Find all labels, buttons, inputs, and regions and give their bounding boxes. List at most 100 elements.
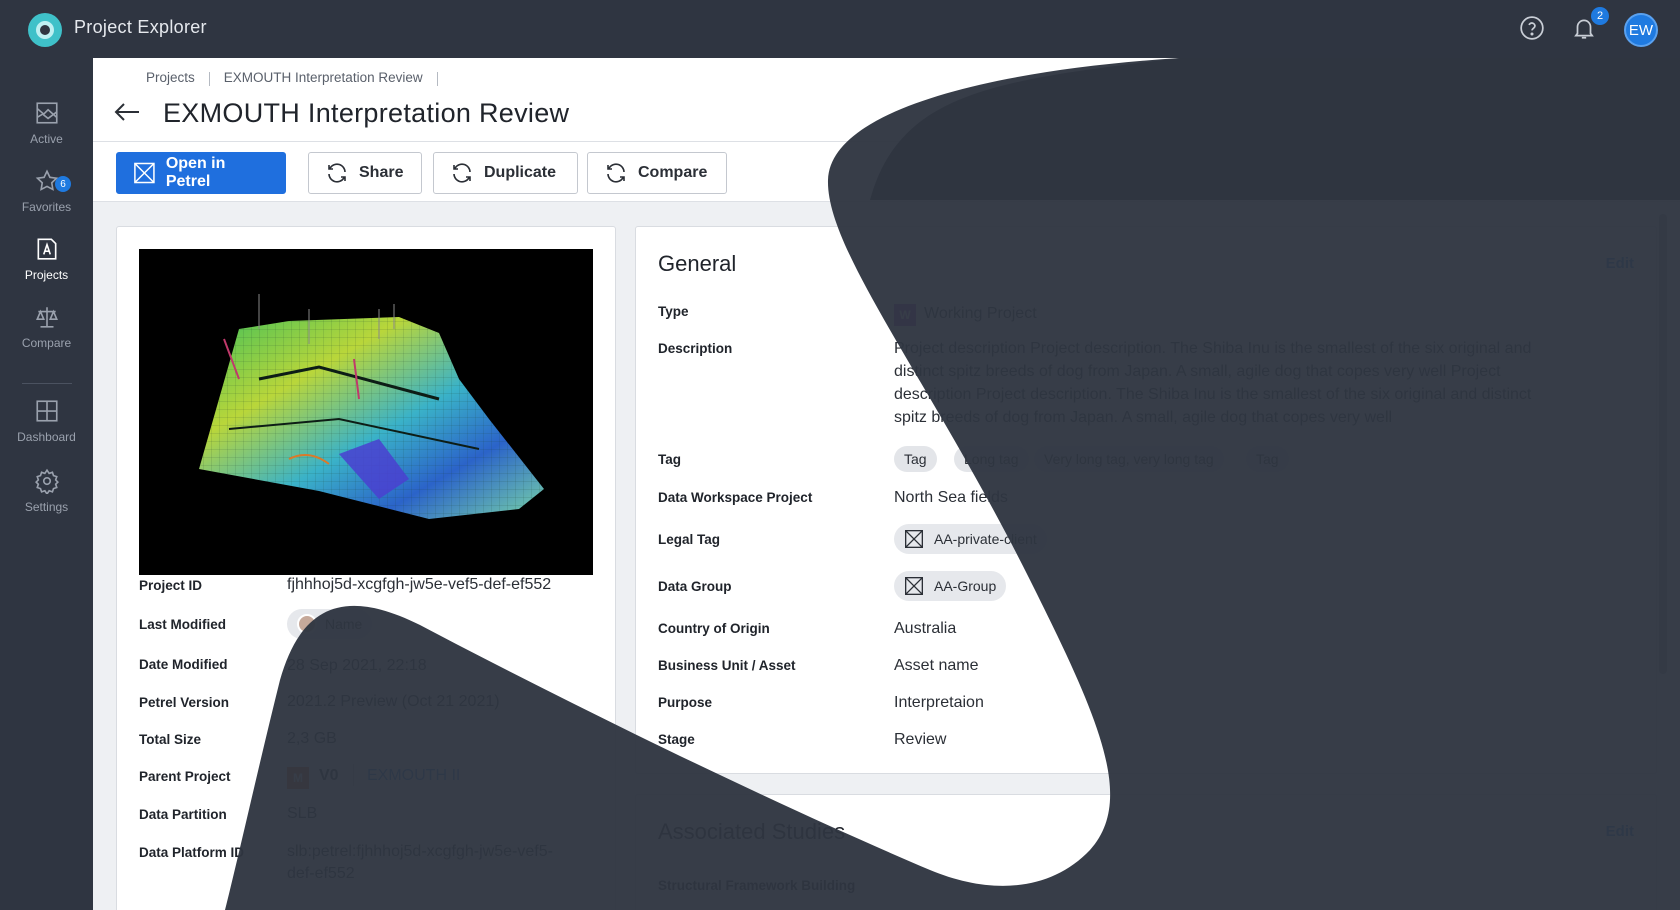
user-avatar bbox=[297, 614, 317, 634]
toolbar-divider bbox=[1563, 152, 1564, 192]
parent-project-badge: M bbox=[287, 767, 309, 789]
refresh-icon bbox=[453, 163, 471, 183]
breadcrumb-projects[interactable]: Projects bbox=[146, 70, 195, 86]
associated-studies-card: Associated Studies Edit Structural Frame… bbox=[635, 794, 1657, 910]
nav-item-dashboard[interactable]: Dashboard bbox=[0, 398, 93, 460]
breadcrumb-separator bbox=[436, 72, 438, 86]
refresh-icon[interactable] bbox=[1513, 158, 1541, 186]
legal-tag-label: Legal Tag bbox=[658, 532, 721, 547]
study-item-label: Structural Framework Building bbox=[658, 878, 856, 893]
nav-label: Settings bbox=[24, 500, 69, 514]
nav-label: Active bbox=[30, 132, 63, 146]
side-nav: Active Favorites 6 Projects Compare Dash… bbox=[0, 58, 93, 910]
total-size-label: Total Size bbox=[139, 732, 202, 747]
business-unit-value: Asset name bbox=[894, 657, 979, 674]
petrel-icon bbox=[134, 162, 155, 184]
nav-item-favorites[interactable]: Favorites 6 bbox=[0, 168, 93, 230]
tab-project-overview[interactable]: Project Overview bbox=[1343, 92, 1474, 121]
nav-item-projects[interactable]: Projects bbox=[0, 236, 93, 298]
tag-chip[interactable]: Long tag bbox=[954, 446, 1029, 472]
project-icon bbox=[37, 238, 56, 260]
tag-label: Tag bbox=[658, 452, 681, 467]
tab-events[interactable]: Events bbox=[1611, 92, 1660, 121]
nav-item-settings[interactable]: Settings bbox=[0, 468, 93, 530]
workspace-label: Data Workspace Project bbox=[658, 490, 813, 505]
general-edit-link[interactable]: Edit bbox=[1606, 255, 1634, 272]
type-value: Working Project bbox=[924, 305, 1037, 322]
stage-value: Review bbox=[894, 731, 947, 748]
data-partition-label: Data Partition bbox=[139, 807, 227, 822]
data-group-value: AA-Group bbox=[934, 578, 997, 594]
description-line: description Project description. The Shi… bbox=[894, 386, 1532, 403]
petrel-icon bbox=[905, 530, 923, 548]
tab-versions[interactable]: Versions bbox=[1512, 92, 1573, 121]
nav-label: Favorites bbox=[21, 200, 72, 214]
reservoir-model-image bbox=[199, 294, 544, 519]
data-platform-id-label: Data Platform ID bbox=[139, 845, 245, 860]
last-modified-label: Last Modified bbox=[139, 617, 226, 632]
last-modified-name: Name bbox=[325, 616, 363, 632]
purpose-label: Purpose bbox=[658, 695, 713, 710]
parent-separator bbox=[353, 764, 354, 786]
tab-bar: Project Overview Versions Events bbox=[1343, 92, 1660, 121]
gear-icon bbox=[34, 468, 59, 494]
petrel-version-label: Petrel Version bbox=[139, 695, 230, 710]
help-icon[interactable] bbox=[1518, 14, 1546, 42]
project-thumbnail bbox=[139, 249, 593, 575]
breadcrumb-current[interactable]: EXMOUTH Interpretation Review bbox=[224, 70, 423, 86]
project-id-value: fjhhhoj5d-xcgfgh-jw5e-vef5-def-ef552 bbox=[287, 576, 552, 593]
studies-edit-link[interactable]: Edit bbox=[1606, 823, 1634, 840]
compare-label: Compare bbox=[638, 164, 708, 181]
data-platform-id-line2: def-ef552 bbox=[287, 865, 355, 882]
petrel-version-value: 2021.2 Preview (Oct 21 2021) bbox=[287, 693, 500, 710]
description-line: spitz breeds of dog from Japan. A small,… bbox=[894, 409, 1393, 426]
project-details-card: Project ID fjhhhoj5d-xcgfgh-jw5e-vef5-de… bbox=[116, 226, 616, 910]
stage-label: Stage bbox=[658, 732, 695, 747]
nav-item-compare[interactable]: Compare bbox=[0, 304, 93, 366]
data-group-label: Data Group bbox=[658, 579, 732, 594]
page-title: EXMOUTH Interpretation Review bbox=[163, 98, 570, 128]
data-partition-value: SLB bbox=[287, 805, 318, 822]
parent-project-label: Parent Project bbox=[139, 769, 231, 784]
duplicate-button[interactable]: Duplicate bbox=[433, 152, 578, 194]
main-content: Projects EXMOUTH Interpretation Review E… bbox=[93, 58, 1680, 910]
user-avatar[interactable]: EW bbox=[1624, 13, 1658, 47]
edit-icon[interactable] bbox=[1583, 158, 1611, 186]
country-value: Australia bbox=[894, 620, 957, 637]
type-label: Type bbox=[658, 304, 689, 319]
open-in-petrel-button[interactable]: Open in Petrel bbox=[116, 152, 286, 194]
data-platform-id-line1: slb:petrel:fjhhhoj5d-xcgfgh-jw5e-vef5- bbox=[287, 843, 553, 860]
nav-divider bbox=[22, 383, 72, 384]
parent-version: V0 bbox=[319, 767, 339, 784]
share-button[interactable]: Share bbox=[308, 152, 422, 194]
dashboard-icon bbox=[35, 400, 58, 422]
tag-chip[interactable]: Very long tag, very long tag bbox=[1034, 446, 1224, 472]
working-project-badge: W bbox=[894, 304, 916, 326]
trash-icon[interactable] bbox=[1628, 158, 1656, 186]
description-label: Description bbox=[658, 341, 733, 356]
app-logo-icon[interactable] bbox=[28, 13, 62, 47]
toolbar: Open in Petrel Share Duplicate Compare bbox=[93, 142, 1680, 202]
compare-button[interactable]: Compare bbox=[587, 152, 727, 194]
tag-chip[interactable]: Tag bbox=[1246, 446, 1289, 472]
nav-label: Dashboard bbox=[17, 430, 76, 444]
refresh-icon bbox=[607, 163, 625, 183]
favorites-badge: 6 bbox=[55, 176, 71, 192]
nav-item-active[interactable]: Active bbox=[0, 100, 93, 162]
scrollbar[interactable] bbox=[1659, 214, 1667, 674]
nav-label: Compare bbox=[21, 336, 72, 350]
parent-project-link[interactable]: EXMOUTH II bbox=[367, 767, 460, 785]
legal-tag-chip[interactable]: AA-private-client bbox=[894, 524, 1047, 554]
description-line: distinct spitz breeds of dog from Japan.… bbox=[894, 363, 1501, 380]
general-card: General Edit Type W Working Project Desc… bbox=[635, 226, 1657, 774]
business-unit-label: Business Unit / Asset bbox=[658, 658, 796, 673]
page-header: Projects EXMOUTH Interpretation Review E… bbox=[93, 58, 1680, 142]
data-group-chip[interactable]: AA-Group bbox=[894, 571, 1007, 601]
purpose-value: Interpretaion bbox=[894, 694, 984, 711]
tag-chip[interactable]: Tag bbox=[894, 446, 937, 472]
petrel-icon bbox=[905, 577, 923, 595]
star-icon[interactable] bbox=[1467, 158, 1495, 186]
back-arrow-icon[interactable] bbox=[113, 100, 141, 124]
last-modified-chip[interactable]: Name bbox=[287, 609, 373, 639]
project-id-label: Project ID bbox=[139, 578, 203, 593]
